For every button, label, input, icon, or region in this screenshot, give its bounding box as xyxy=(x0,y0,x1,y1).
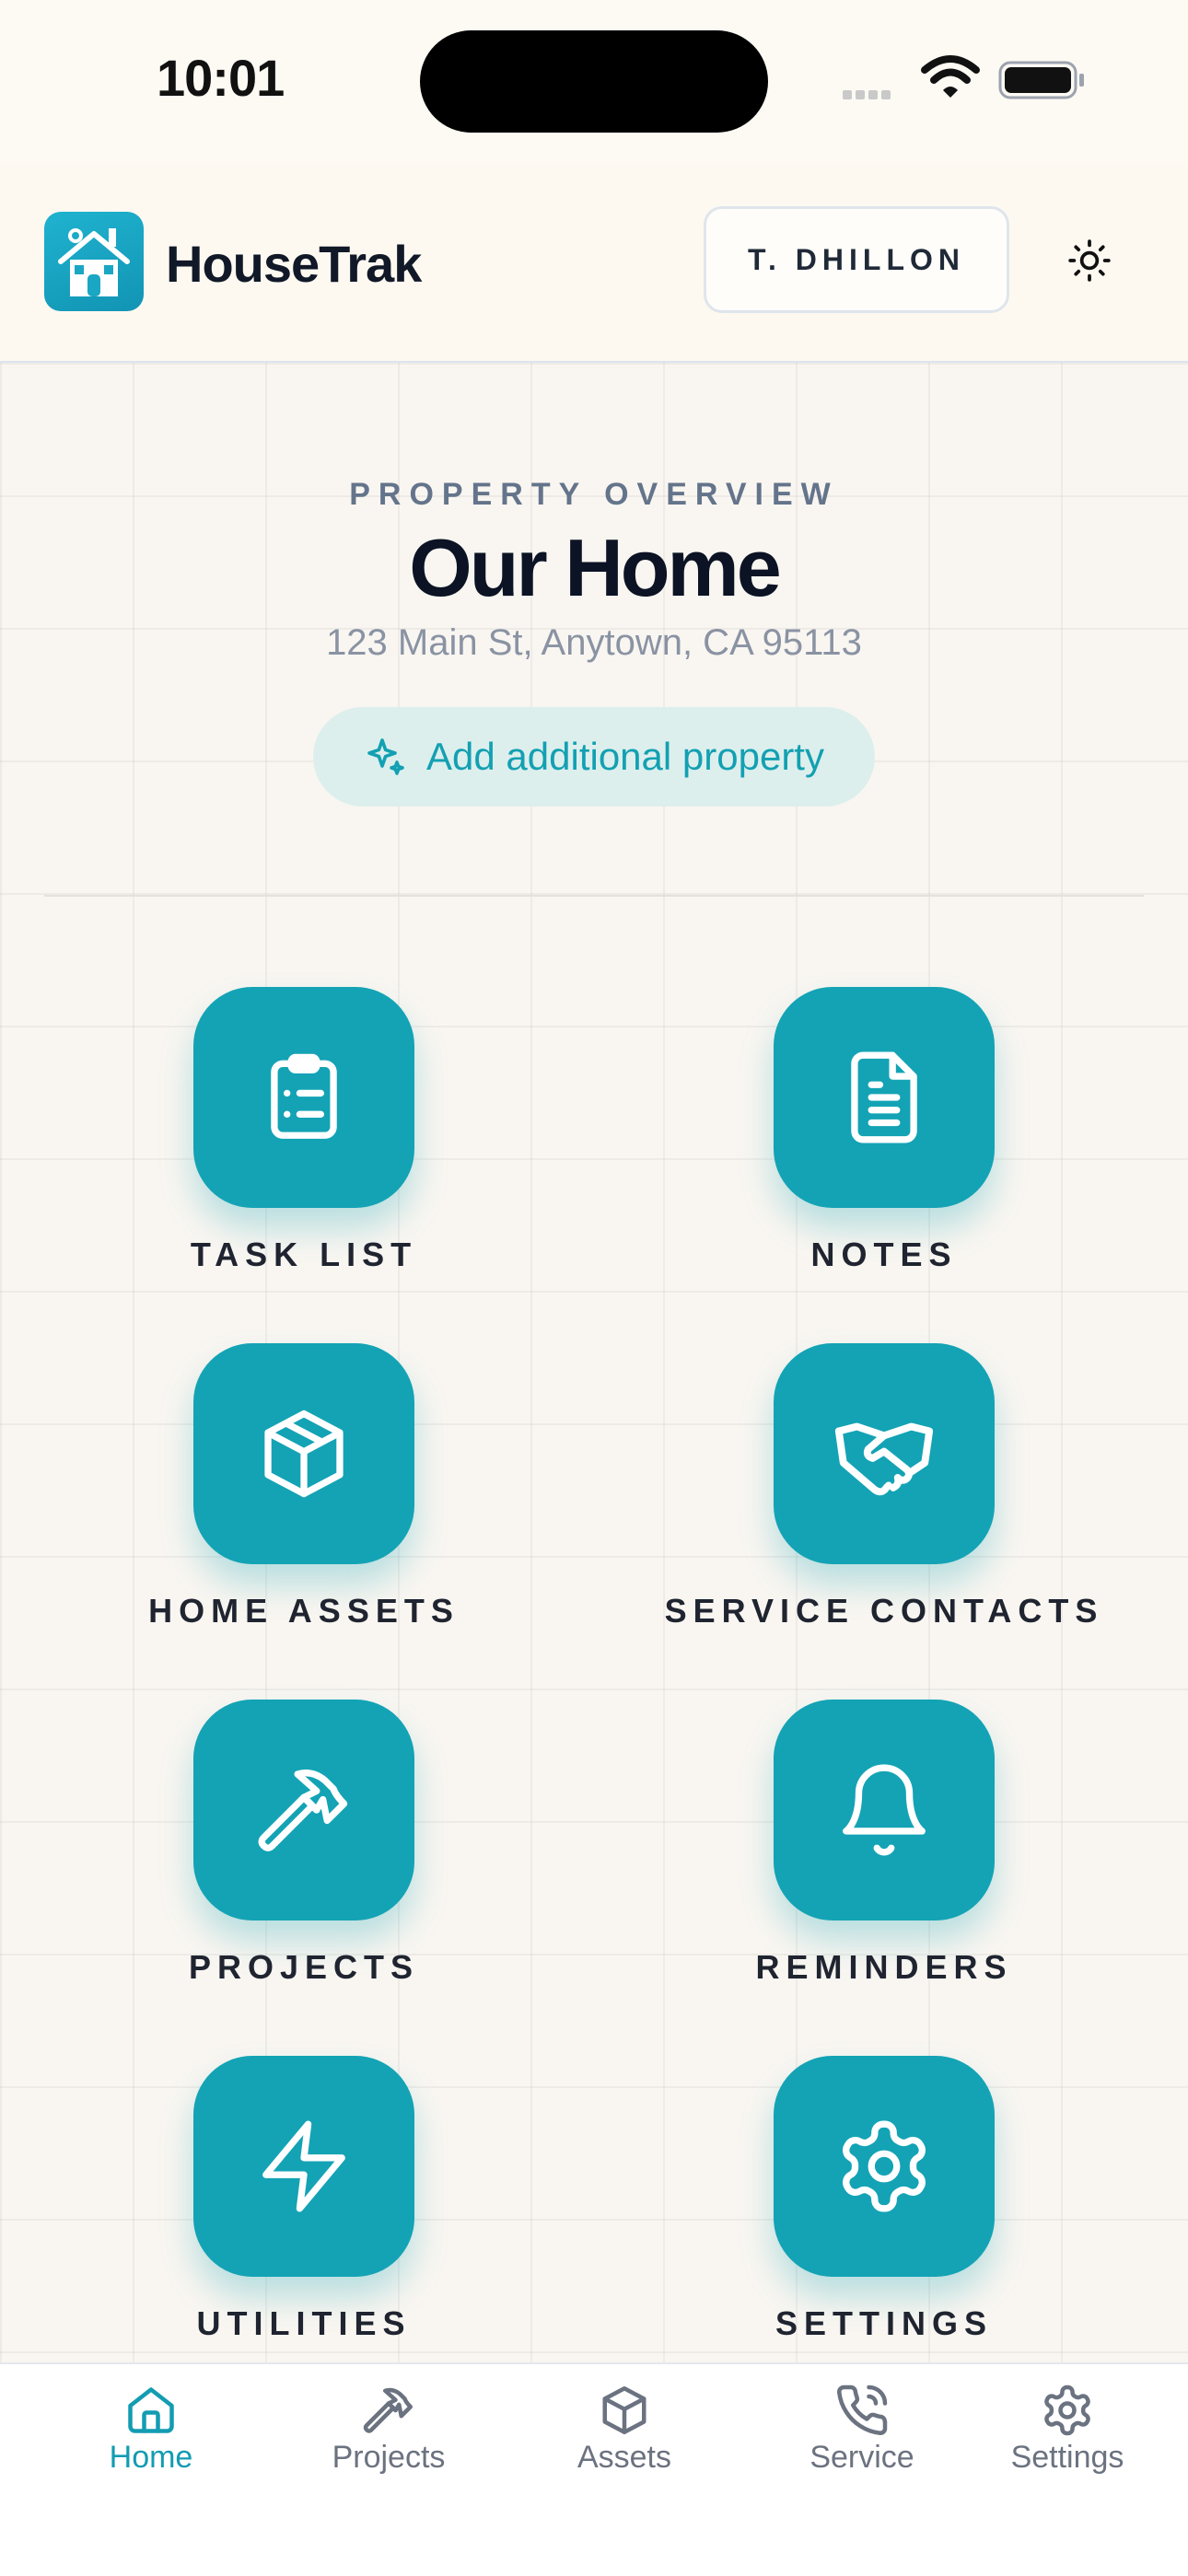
add-property-button[interactable]: Add additional property xyxy=(313,707,875,806)
nav-label: Service xyxy=(809,2440,914,2475)
bottom-navigation: Home Projects Assets Service Settings xyxy=(0,2362,1188,2576)
main-content: PROPERTY OVERVIEW Our Home 123 Main St, … xyxy=(0,363,1188,2362)
tile-label: REMINDERS xyxy=(755,1948,1013,1986)
projects-button[interactable] xyxy=(193,1700,414,1920)
app-brand-name: HouseTrak xyxy=(166,235,422,293)
file-text-icon xyxy=(851,1051,917,1143)
dynamic-island xyxy=(420,30,768,133)
tile-label: UTILITIES xyxy=(196,2304,412,2342)
sparkles-icon xyxy=(367,738,404,775)
nav-assets[interactable]: Assets xyxy=(523,2383,726,2476)
status-time: 10:01 xyxy=(157,49,285,107)
tile-label: SERVICE CONTACTS xyxy=(664,1592,1104,1630)
utilities-button[interactable] xyxy=(193,2056,414,2277)
gear-icon xyxy=(843,2120,926,2212)
notes-button[interactable] xyxy=(774,987,995,1208)
box-icon xyxy=(264,1410,344,1498)
app-header: HouseTrak T. DHILLON xyxy=(0,166,1188,363)
sun-icon xyxy=(1068,239,1111,282)
property-overview-label: PROPERTY OVERVIEW xyxy=(349,477,839,512)
wifi-icon xyxy=(921,55,980,98)
gear-icon xyxy=(1044,2385,1090,2436)
divider xyxy=(44,895,1144,897)
handshake-icon xyxy=(834,1422,934,1496)
zap-icon xyxy=(262,2120,345,2212)
home-icon xyxy=(128,2387,174,2433)
tile-reminders[interactable]: REMINDERS xyxy=(654,1700,1114,2013)
add-property-label: Add additional property xyxy=(426,735,824,778)
property-address: 123 Main St, Anytown, CA 95113 xyxy=(326,622,862,663)
nav-settings[interactable]: Settings xyxy=(966,2383,1169,2476)
nav-projects[interactable]: Projects xyxy=(287,2383,490,2476)
cellular-signal-icon xyxy=(843,87,894,104)
status-bar: 10:01 xyxy=(0,0,1188,166)
tile-label: NOTES xyxy=(810,1236,958,1273)
battery-icon xyxy=(998,61,1084,99)
tile-notes[interactable]: NOTES xyxy=(654,987,1114,1300)
settings-button[interactable] xyxy=(774,2056,995,2277)
service-contacts-button[interactable] xyxy=(774,1343,995,1564)
theme-toggle-button[interactable] xyxy=(1059,230,1120,291)
nav-label: Assets xyxy=(577,2440,672,2475)
tile-label: SETTINGS xyxy=(775,2304,994,2342)
tile-label: PROJECTS xyxy=(188,1948,420,1986)
tile-label: TASK LIST xyxy=(190,1236,418,1273)
nav-label: Projects xyxy=(332,2440,446,2475)
tile-label: HOME ASSETS xyxy=(148,1592,460,1630)
bell-icon xyxy=(843,1764,926,1856)
housetrak-logo[interactable] xyxy=(44,212,144,311)
tile-task-list[interactable]: TASK LIST xyxy=(74,987,534,1300)
user-account-button[interactable]: T. DHILLON xyxy=(704,206,1009,313)
hammer-icon xyxy=(363,2387,413,2433)
nav-label: Settings xyxy=(1010,2440,1124,2475)
tile-service-contacts[interactable]: SERVICE CONTACTS xyxy=(654,1343,1114,1656)
tile-projects[interactable]: PROJECTS xyxy=(74,1700,534,2013)
property-name: Our Home xyxy=(409,522,781,613)
phone-icon xyxy=(837,2385,888,2435)
tile-utilities[interactable]: UTILITIES xyxy=(74,2056,534,2369)
task-list-button[interactable] xyxy=(193,987,414,1208)
tile-settings[interactable]: SETTINGS xyxy=(654,2056,1114,2369)
home-assets-button[interactable] xyxy=(193,1343,414,1564)
clipboard-list-icon xyxy=(271,1053,337,1139)
box-icon xyxy=(602,2386,646,2434)
nav-label: Home xyxy=(109,2440,193,2475)
tile-home-assets[interactable]: HOME ASSETS xyxy=(74,1343,534,1656)
house-logo-icon xyxy=(58,228,130,296)
nav-home[interactable]: Home xyxy=(50,2383,252,2476)
hammer-icon xyxy=(258,1770,348,1851)
reminders-button[interactable] xyxy=(774,1700,995,1920)
nav-service[interactable]: Service xyxy=(761,2383,963,2476)
